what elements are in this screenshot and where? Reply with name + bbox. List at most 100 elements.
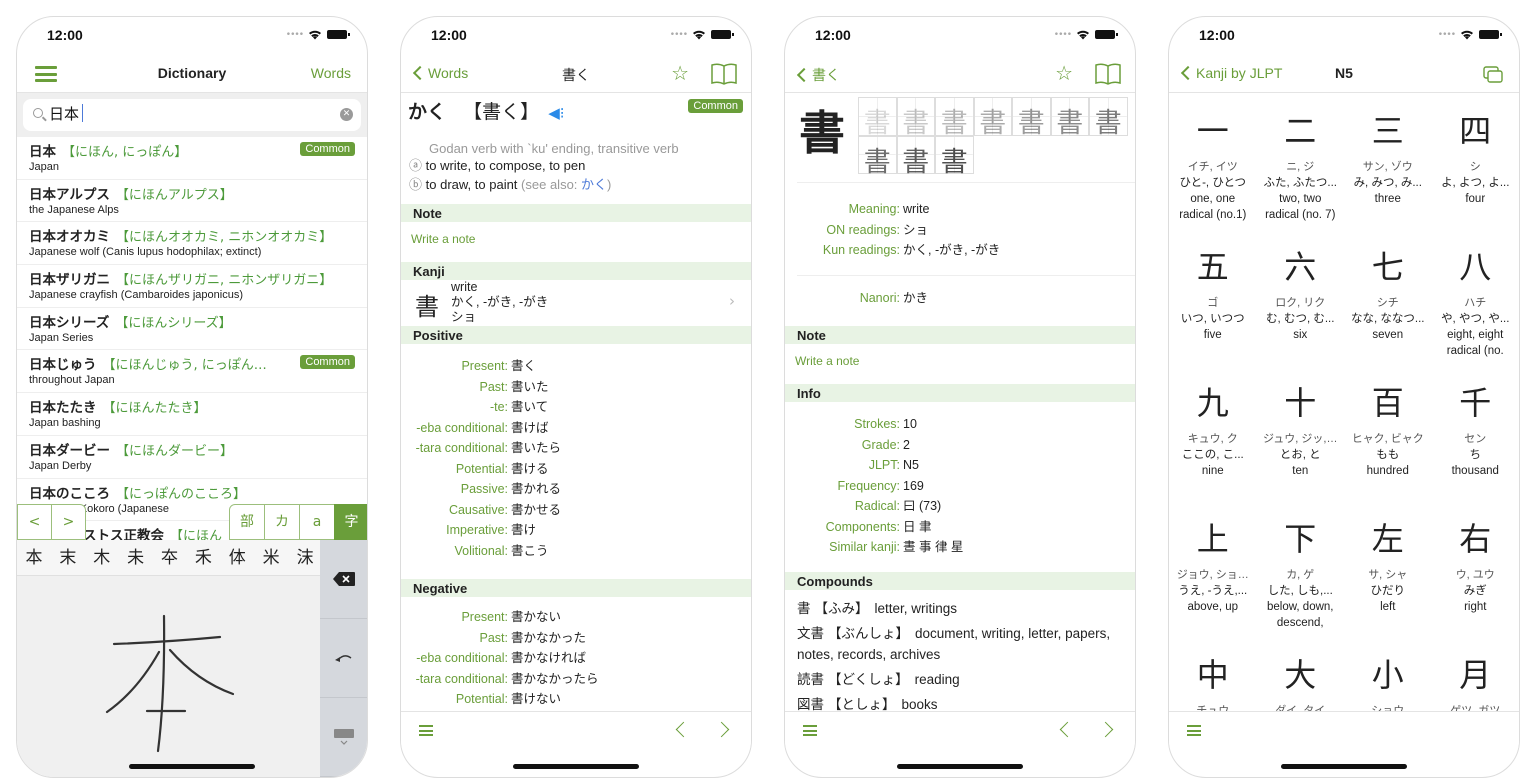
- kanji-cell[interactable]: 二ニ, ジふた, ふたつ... two, two radical (no. 7): [1257, 93, 1345, 229]
- compound-row[interactable]: 文書 【ぶんしょ】 document, writing, letter, paper…: [797, 623, 1123, 665]
- book-icon[interactable]: [1095, 63, 1121, 85]
- speaker-icon[interactable]: ◀︎⁝: [548, 104, 564, 122]
- candidate-char[interactable]: 夲: [153, 540, 187, 575]
- compound-row[interactable]: 書【ふみ】 letter, writings: [797, 598, 1123, 619]
- conjugation-row: Causative: 書かせる: [401, 500, 751, 521]
- menu-icon[interactable]: [1187, 725, 1201, 736]
- handwritten-strokes: [105, 614, 235, 753]
- write-note-button[interactable]: Write a note: [401, 222, 751, 262]
- hide-keyboard-key[interactable]: [320, 698, 367, 777]
- result-row[interactable]: 日本ザリガニ 【にほんザリガニ, ニホンザリガニ】 Japanese crayfis…: [17, 265, 367, 308]
- kanji-cell[interactable]: 八ハチ や, やつ, や... eight, eight radical (no.: [1432, 229, 1520, 365]
- compound-row[interactable]: 読書 【どくしょ】 reading: [797, 669, 1123, 690]
- prev-button[interactable]: <: [17, 504, 52, 540]
- words-button[interactable]: Words: [311, 65, 351, 81]
- stroke-step-glyph: 書: [979, 108, 1007, 139]
- phone-dictionary-screen: 12:00 •••• Dictionary Words ✕ 日本【にほん, にっ…: [16, 16, 368, 778]
- result-gloss: Japan bashing: [29, 417, 101, 430]
- result-row[interactable]: 日本アルプス 【にほんアルプス】 the Japanese Alps: [17, 180, 367, 223]
- kanji-cell[interactable]: 右ウ, ユウ みぎ right: [1432, 501, 1520, 637]
- result-row[interactable]: 日本 【にほん, にっぽん】 Japan Common: [17, 137, 367, 180]
- book-icon[interactable]: [711, 63, 737, 85]
- stroke-step-cell: 書: [1012, 97, 1051, 139]
- favorite-star-icon[interactable]: ☆: [671, 61, 689, 85]
- kanji-cell[interactable]: 大ダイ, タイ: [1257, 637, 1345, 711]
- mode-katakana-button[interactable]: カ: [264, 504, 300, 540]
- menu-icon[interactable]: [803, 725, 817, 736]
- candidate-char[interactable]: 沫: [288, 540, 322, 575]
- favorite-star-icon[interactable]: ☆: [1055, 61, 1073, 85]
- part-of-speech: Godan verb with `ku' ending, transitive …: [429, 141, 679, 156]
- kanji-cell[interactable]: 七シチ なな, ななつ... seven: [1344, 229, 1432, 365]
- kanji-cell[interactable]: 千センち thousand: [1432, 365, 1520, 501]
- compound-row[interactable]: 図書 【としょ】 books: [797, 694, 1123, 712]
- mode-kanji-button[interactable]: 字: [334, 504, 367, 540]
- kanji-cell[interactable]: 三サン, ゾウ み, みつ, み... three: [1344, 93, 1432, 229]
- result-row[interactable]: 日本シリーズ 【にほんシリーズ】 Japan Series: [17, 308, 367, 351]
- mode-romaji-button[interactable]: a: [299, 504, 335, 540]
- result-row[interactable]: 日本たたき 【にほんたたき】 Japan bashing: [17, 393, 367, 436]
- kanji-cell[interactable]: 月ゲツ, ガツ: [1432, 637, 1520, 711]
- kanji-cell[interactable]: 下カ, ゲした, しも,... below, down, descend,: [1257, 501, 1345, 637]
- conjugation-value: 書かせる: [511, 502, 562, 517]
- conjugation-value: 書かなかった: [511, 630, 587, 645]
- result-row[interactable]: 日本ダービー 【にほんダービー】 Japan Derby: [17, 436, 367, 479]
- menu-icon[interactable]: [419, 725, 433, 736]
- candidate-char[interactable]: 未: [119, 540, 153, 575]
- conjugation-label: Volitional:: [454, 543, 508, 558]
- candidate-char[interactable]: 体: [220, 540, 254, 575]
- back-button[interactable]: 書く: [795, 65, 840, 85]
- next-icon[interactable]: [1097, 721, 1114, 738]
- kanji-cell[interactable]: 一イチ, イツ ひと-, ひとつ one, one radical (no.1): [1169, 93, 1257, 229]
- kanji-meaning: one, one: [1190, 193, 1236, 205]
- delete-key[interactable]: [320, 540, 367, 619]
- kanji-cell[interactable]: 上ジョウ, ショ… うえ, -うえ,... above, up: [1169, 501, 1257, 637]
- conjugation-row: Similar kanji: 晝 事 律 星: [785, 537, 1135, 558]
- conjugation-value: 曰 (73): [903, 499, 942, 513]
- next-button[interactable]: >: [51, 504, 86, 540]
- cellular-icon: ••••: [285, 29, 304, 40]
- see-also-label: (see also:: [521, 177, 582, 192]
- undo-key[interactable]: [320, 619, 367, 698]
- previous-icon[interactable]: [675, 721, 692, 738]
- search-input[interactable]: [49, 104, 83, 122]
- next-icon[interactable]: [713, 721, 730, 738]
- kanji-on-reading: セン: [1464, 433, 1487, 445]
- kanji-cell[interactable]: 中チュウ: [1169, 637, 1257, 711]
- kanji-cell[interactable]: 九キュウ, クここの, こ... nine: [1169, 365, 1257, 501]
- candidate-char[interactable]: 米: [254, 540, 288, 575]
- kanji-cell[interactable]: 十ジュウ, ジッ,… とお, と ten: [1257, 365, 1345, 501]
- mode-radical-button[interactable]: 部: [229, 504, 265, 540]
- kanji-meaning-cont: radical (no.: [1446, 345, 1504, 357]
- kanji-cell[interactable]: 小ショウ: [1344, 637, 1432, 711]
- kanji-cell[interactable]: 四シよ, よつ, よ... four: [1432, 93, 1520, 229]
- clear-search-icon[interactable]: ✕: [340, 108, 353, 121]
- result-row[interactable]: 日本じゅう 【にほんじゅう, にっぽん… throughout Japan Commo…: [17, 350, 367, 394]
- see-also-link[interactable]: かく: [581, 177, 607, 192]
- write-note-button[interactable]: Write a note: [785, 344, 1135, 384]
- kanji-cell[interactable]: 六ロク, リク む, むつ, む... six: [1257, 229, 1345, 365]
- candidate-char[interactable]: 本: [17, 540, 51, 575]
- candidate-char[interactable]: 末: [51, 540, 85, 575]
- flashcards-icon[interactable]: [1483, 66, 1503, 84]
- kanji-cell[interactable]: 左サ, シャ ひだり left: [1344, 501, 1432, 637]
- result-row[interactable]: 日本オオカミ 【にほんオオカミ, ニホンオオカミ】 Japanese wolf (C…: [17, 222, 367, 266]
- kanji-kun-reading: ここの, こ...: [1181, 449, 1244, 461]
- result-reading: 【にほんザリガニ, ニホンザリガニ】: [116, 273, 333, 289]
- kanji-char: 八: [1459, 248, 1492, 286]
- kanji-cell[interactable]: 百ヒャク, ビャク もも hundred: [1344, 365, 1432, 501]
- previous-icon[interactable]: [1059, 721, 1076, 738]
- handwriting-pad[interactable]: [17, 576, 322, 777]
- status-time: 12:00: [47, 27, 83, 43]
- kanji-cell[interactable]: 五ゴいつ, いつつ five: [1169, 229, 1257, 365]
- kanji-row[interactable]: 書 write かく, -がき, -がき ショ ›: [401, 280, 751, 326]
- kanji-meaning: nine: [1201, 465, 1224, 477]
- conjugation-label: Potential:: [455, 692, 508, 706]
- negative-section-header: Negative: [401, 579, 751, 597]
- candidate-char[interactable]: 禾: [186, 540, 220, 575]
- candidate-char[interactable]: 木: [85, 540, 119, 575]
- kanji-char: 左: [1371, 520, 1404, 558]
- nav-bar: Words 書く ☆: [401, 57, 751, 93]
- stroke-step-glyph: 書: [1094, 108, 1122, 139]
- home-indicator: [129, 764, 255, 769]
